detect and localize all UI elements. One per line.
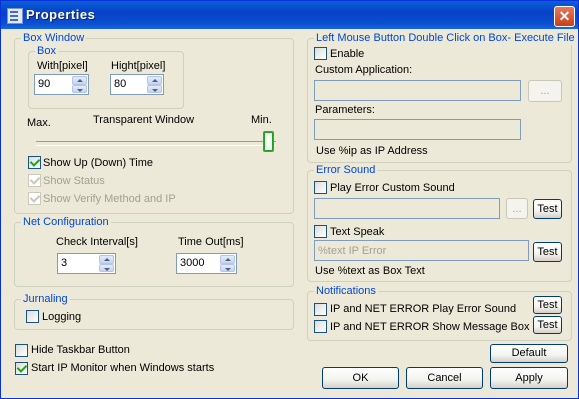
title-bar[interactable]: Properties ✕ — [1, 1, 578, 29]
start-ip-monitor-label: Start IP Monitor when Windows starts — [31, 362, 215, 374]
check-interval-value: 3 — [61, 257, 68, 269]
show-status-label: Show Status — [43, 175, 105, 187]
height-down-arrow-icon[interactable] — [147, 84, 162, 93]
transparency-slider-thumb[interactable] — [263, 131, 274, 152]
parameters-field[interactable] — [314, 119, 521, 140]
notify-play-sound-checkbox[interactable] — [314, 303, 327, 316]
text-speak-label: Text Speak — [330, 226, 385, 238]
height-up-arrow-icon[interactable] — [147, 76, 162, 85]
timeout-label: Time Out[ms] — [178, 236, 244, 248]
show-verify-label: Show Verify Method and IP — [43, 193, 176, 205]
slider-max-label: Max. — [27, 117, 51, 129]
default-button[interactable]: Default — [490, 344, 568, 363]
width-spin[interactable] — [72, 76, 87, 93]
test-speak-button[interactable]: Test — [533, 242, 562, 262]
box-window-legend: Box Window — [21, 32, 87, 45]
cancel-button[interactable]: Cancel — [406, 367, 483, 389]
timeout-value: 3000 — [180, 257, 205, 269]
play-custom-sound-checkbox[interactable] — [314, 181, 327, 194]
box-legend: Box — [35, 45, 58, 58]
start-ip-monitor-checkbox[interactable] — [15, 362, 28, 375]
width-up-arrow-icon[interactable] — [72, 76, 87, 85]
notify-show-box-label: IP and NET ERROR Show Message Box — [330, 321, 530, 333]
test-notify-box-button[interactable]: Test — [533, 316, 562, 334]
custom-app-browse-button[interactable]: ... — [528, 80, 562, 102]
double-click-hint: Use %ip as IP Address — [316, 145, 428, 157]
test-sound-button[interactable]: Test — [533, 199, 562, 219]
net-config-legend: Net Configuration — [21, 216, 111, 229]
apply-button[interactable]: Apply — [490, 367, 568, 389]
double-click-legend: Left Mouse Button Double Click on Box- E… — [314, 32, 577, 45]
properties-dialog: Properties ✕ Box Window Box With[pixel] … — [0, 0, 579, 399]
check-interval-up-arrow-icon[interactable] — [99, 255, 114, 264]
notifications-legend: Notifications — [314, 285, 378, 298]
height-spin[interactable] — [147, 76, 162, 93]
hide-taskbar-checkbox[interactable] — [15, 344, 28, 357]
logging-checkbox[interactable] — [26, 310, 39, 323]
text-speak-checkbox[interactable] — [314, 225, 327, 238]
timeout-up-arrow-icon[interactable] — [220, 255, 235, 264]
text-speak-placeholder: %text IP Error — [318, 245, 387, 257]
hide-taskbar-label: Hide Taskbar Button — [31, 344, 130, 356]
notify-show-box-checkbox[interactable] — [314, 320, 327, 333]
width-label: With[pixel] — [37, 60, 88, 72]
app-icon — [7, 8, 23, 24]
window-title: Properties — [26, 7, 96, 22]
play-custom-sound-label: Play Error Custom Sound — [330, 182, 455, 194]
check-interval-label: Check Interval[s] — [56, 236, 138, 248]
show-status-checkbox[interactable] — [28, 174, 41, 187]
check-interval-spin[interactable] — [99, 255, 114, 272]
error-sound-legend: Error Sound — [314, 164, 378, 177]
height-label: Hight[pixel] — [111, 60, 166, 72]
timeout-down-arrow-icon[interactable] — [220, 263, 235, 272]
timeout-spin[interactable] — [220, 255, 235, 272]
journaling-legend: Jurnaling — [21, 293, 70, 306]
parameters-label: Parameters: — [315, 104, 375, 116]
sound-file-field[interactable] — [314, 198, 500, 219]
sound-file-browse-button[interactable]: ... — [506, 198, 528, 219]
width-value: 90 — [38, 78, 51, 90]
custom-app-field[interactable] — [314, 80, 521, 101]
slider-title: Transparent Window — [93, 114, 195, 126]
enable-checkbox[interactable] — [314, 47, 327, 60]
show-verify-checkbox[interactable] — [28, 192, 41, 205]
width-stepper[interactable]: 90 — [34, 74, 89, 95]
height-value: 80 — [114, 78, 127, 90]
net-config-group: Net Configuration — [14, 216, 294, 287]
show-up-down-time-label: Show Up (Down) Time — [43, 157, 154, 169]
transparency-slider-track[interactable] — [36, 141, 276, 146]
notify-play-sound-label: IP and NET ERROR Play Error Sound — [330, 303, 517, 315]
text-speak-field[interactable]: %text IP Error — [314, 240, 529, 261]
error-sound-hint: Use %text as Box Text — [315, 265, 425, 277]
check-interval-down-arrow-icon[interactable] — [99, 263, 114, 272]
logging-label: Logging — [42, 311, 82, 323]
height-stepper[interactable]: 80 — [110, 74, 164, 95]
test-notify-sound-button[interactable]: Test — [533, 296, 562, 314]
slider-min-label: Min. — [251, 114, 272, 126]
check-interval-stepper[interactable]: 3 — [57, 253, 116, 274]
custom-app-label: Custom Application: — [315, 64, 413, 76]
width-down-arrow-icon[interactable] — [72, 84, 87, 93]
close-button[interactable]: ✕ — [554, 6, 575, 27]
timeout-stepper[interactable]: 3000 — [176, 253, 237, 274]
show-up-down-time-checkbox[interactable] — [28, 156, 41, 169]
ok-button[interactable]: OK — [322, 367, 399, 389]
enable-label: Enable — [330, 48, 365, 60]
